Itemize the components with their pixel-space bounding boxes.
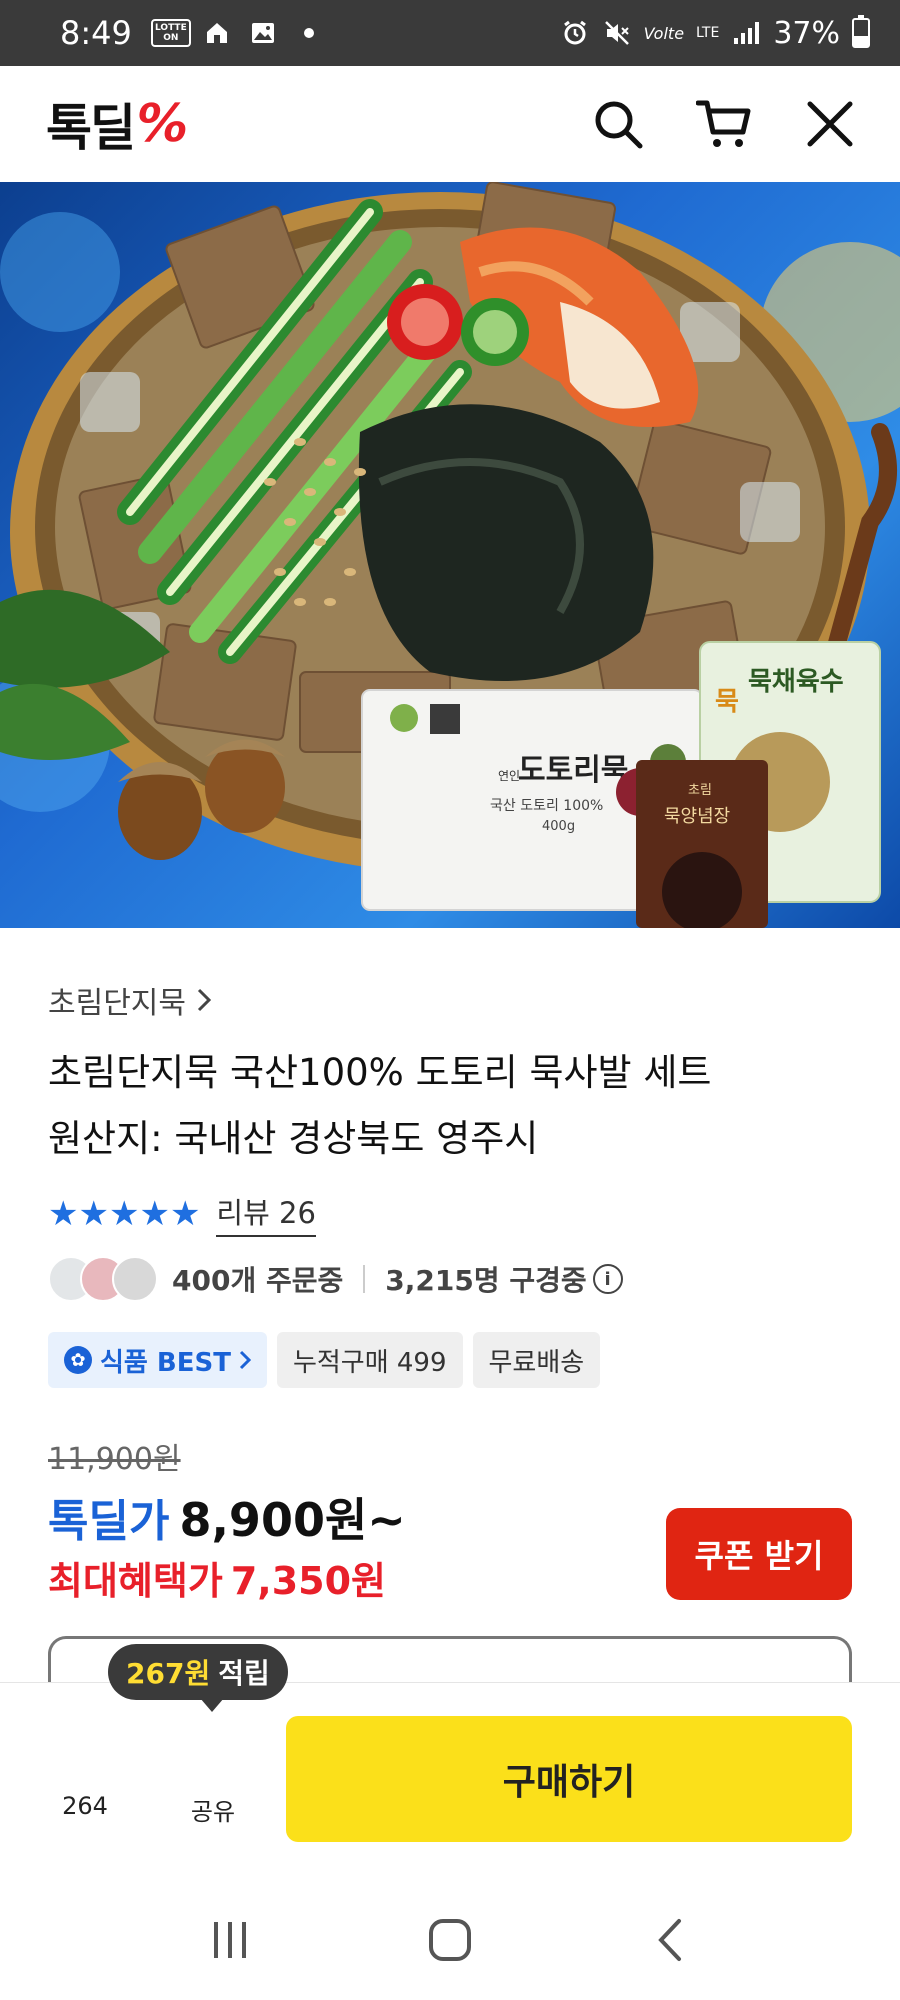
logo[interactable]: 톡딜 %: [46, 88, 191, 160]
stats-row: 400개 주문중 3,215명 구경중 i: [48, 1256, 623, 1302]
price-label: 톡딜가: [48, 1496, 170, 1547]
price-row: 톡딜가 8,900원~: [48, 1484, 406, 1550]
page: 8:49 LOTTE ON Volte LTE 37% 톡딜 % 연인 도토리묵…: [0, 0, 900, 2000]
recent-apps-button[interactable]: [190, 1900, 270, 1980]
close-icon: [807, 101, 853, 147]
max-benefit-price: 7,350원: [230, 1559, 386, 1603]
logo-text: 톡딜: [46, 99, 136, 157]
lotte-on-badge: LOTTE ON: [151, 19, 191, 47]
rating-stars: ★★★★★: [48, 1197, 200, 1231]
lotte-on-icon: LOTTE ON: [151, 18, 191, 48]
category-link[interactable]: 초림단지묵: [48, 978, 212, 1022]
battery-percent: 37%: [773, 15, 840, 51]
like-count: 264: [62, 1792, 108, 1820]
status-time: 8:49: [60, 14, 132, 52]
header-actions: [590, 96, 858, 152]
package-sub: 국산 도토리 100%: [490, 798, 603, 814]
avatar: [112, 1256, 158, 1302]
product-photo: 연인 도토리묵 국산 도토리 100% 400g 묵 묵채육수 초림 묵양념장: [0, 182, 900, 928]
status-right: Volte LTE 37%: [560, 15, 870, 51]
sauce-label: 묵양념장: [664, 806, 730, 827]
signal-icon: [731, 18, 761, 48]
price-value: 8,900원~: [179, 1493, 406, 1547]
original-price: 11,900원: [48, 1442, 181, 1477]
review-link[interactable]: 리뷰 26: [216, 1190, 316, 1237]
star-icon: ★: [48, 1193, 79, 1234]
search-icon: [595, 101, 643, 149]
tags-row: ✿ 식품 BEST 누적구매 499 무료배송: [48, 1332, 601, 1388]
battery-icon: [852, 15, 870, 48]
package-weight: 400g: [542, 819, 575, 834]
share-label: 공유: [190, 1798, 236, 1826]
share-button[interactable]: 공유: [180, 1792, 246, 1827]
gear-icon: ✿: [64, 1346, 92, 1374]
max-benefit-row: 최대혜택가 7,350원: [48, 1550, 386, 1605]
close-button[interactable]: [802, 96, 858, 152]
reward-tooltip: 267원 적립: [108, 1644, 288, 1712]
coupon-button[interactable]: 쿠폰 받기: [666, 1508, 852, 1600]
lte-indicator: LTE: [696, 25, 720, 41]
free-shipping-tag: 무료배송: [472, 1332, 601, 1388]
star-icon: ★: [108, 1193, 140, 1234]
star-icon: ★: [139, 1193, 170, 1234]
product-image[interactable]: 연인 도토리묵 국산 도토리 100% 400g 묵 묵채육수 초림 묵양념장: [0, 182, 900, 928]
rating-row[interactable]: ★★★★★ 리뷰 26: [48, 1190, 316, 1237]
chevron-right-icon: [197, 988, 212, 1012]
buy-button[interactable]: 구매하기: [286, 1716, 852, 1842]
gallery-icon: [248, 18, 278, 48]
broth-mark: 묵: [715, 687, 739, 717]
package-product: 도토리묵: [518, 753, 628, 788]
mute-icon: [602, 18, 632, 48]
info-icon[interactable]: i: [592, 1264, 623, 1294]
back-icon: [658, 1919, 681, 1961]
home-icon: [429, 1919, 471, 1961]
chevron-right-icon: [239, 1350, 251, 1370]
dot-icon: [294, 18, 324, 48]
stat-divider: [363, 1265, 366, 1293]
star-icon: ★: [169, 1193, 201, 1234]
status-bar: 8:49 LOTTE ON Volte LTE 37%: [0, 0, 900, 66]
app-header: 톡딜 %: [0, 66, 900, 182]
search-button[interactable]: [590, 96, 646, 152]
like-button[interactable]: 264: [52, 1792, 118, 1820]
battery-fill: [854, 36, 868, 46]
cart-button[interactable]: [696, 96, 752, 152]
buyer-avatars: [48, 1256, 158, 1302]
viewer-count: 3,215명 구경중: [385, 1264, 587, 1297]
sauce-label-top: 초림: [688, 783, 712, 798]
max-benefit-label: 최대혜택가: [48, 1559, 223, 1603]
reward-suffix: 적립: [218, 1657, 270, 1690]
alarm-icon: [560, 18, 590, 48]
home-notification-icon: [202, 18, 232, 48]
broth-label: 묵채육수: [748, 667, 844, 697]
category-name: 초림단지묵: [48, 986, 186, 1021]
product-title: 초림단지묵 국산100% 도토리 묵사발 세트 원산지: 국내산 경상북도 영주…: [48, 1040, 848, 1172]
volte-indicator: Volte: [643, 23, 685, 43]
logo-mark: %: [130, 94, 192, 154]
back-button[interactable]: [630, 1900, 710, 1980]
home-button[interactable]: [410, 1900, 490, 1980]
star-icon: ★: [78, 1193, 109, 1234]
reward-amount: 267원: [126, 1657, 211, 1690]
product-title-line2: 원산지: 국내산 경상북도 영주시: [48, 1117, 539, 1160]
best-category-tag[interactable]: ✿ 식품 BEST: [48, 1332, 267, 1388]
cumulative-purchase-tag: 누적구매 499: [276, 1332, 463, 1388]
status-left: 8:49 LOTTE ON: [60, 14, 324, 52]
best-tag-label: 식품 BEST: [100, 1347, 231, 1378]
system-nav-bar: [0, 1880, 900, 2000]
order-count: 400개 주문중: [172, 1264, 344, 1297]
cart-icon: [696, 100, 751, 147]
recent-apps-icon: [214, 1922, 246, 1958]
package-brand: 연인: [498, 769, 520, 783]
product-title-line1: 초림단지묵 국산100% 도토리 묵사발 세트: [48, 1051, 712, 1094]
